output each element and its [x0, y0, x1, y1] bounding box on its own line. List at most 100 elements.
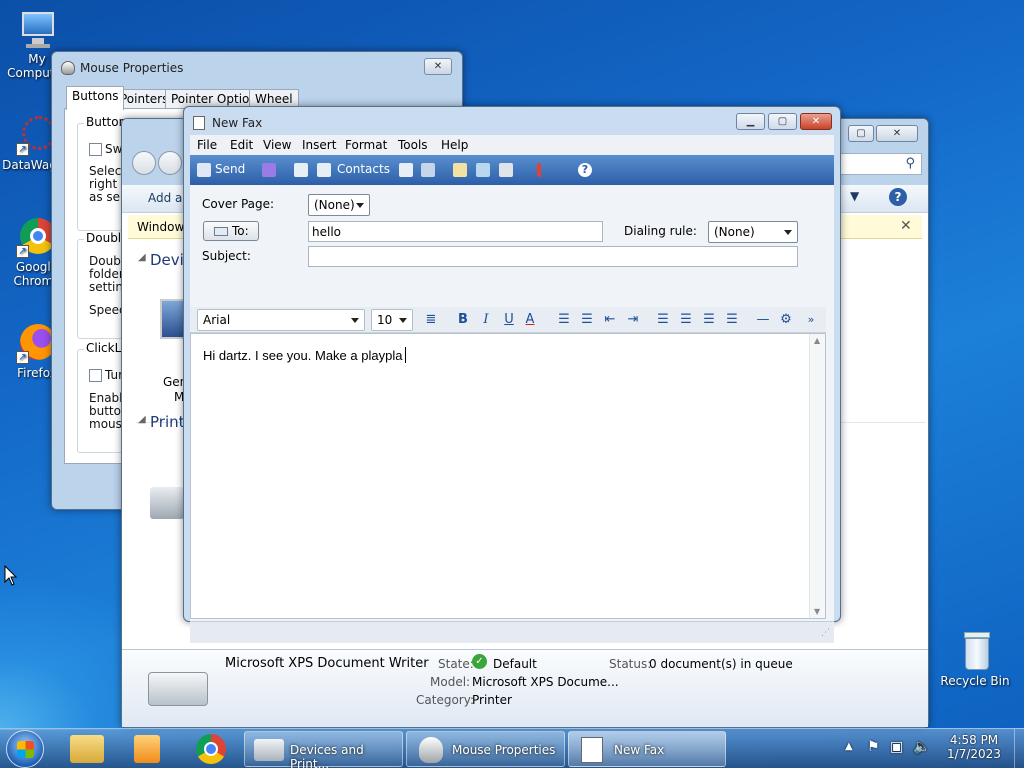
save-icon[interactable]	[262, 163, 276, 177]
font-color-icon[interactable]: A	[521, 311, 539, 329]
search-input[interactable]: ⚲	[838, 153, 922, 175]
bulleted-list-icon[interactable]: ☰	[578, 311, 596, 329]
numbered-list-icon[interactable]: ☰	[555, 311, 573, 329]
model-label: Model:	[430, 675, 471, 689]
paragraph-style-icon[interactable]: ≣	[422, 311, 440, 329]
menu-file[interactable]: File	[197, 138, 217, 152]
media-player-pinned-icon[interactable]	[134, 735, 160, 763]
chrome-pinned-icon[interactable]	[196, 734, 226, 764]
font-size-select[interactable]: 10	[371, 309, 413, 331]
status-value: 0 document(s) in queue	[649, 657, 793, 671]
scan-icon[interactable]	[421, 163, 435, 177]
vertical-scrollbar[interactable]: ▲ ▼	[809, 334, 825, 618]
font-name-select[interactable]: Arial	[197, 309, 365, 331]
back-button[interactable]	[132, 151, 156, 175]
priority-icon[interactable]	[537, 163, 541, 177]
forward-button[interactable]	[158, 151, 182, 175]
menu-insert[interactable]: Insert	[302, 138, 336, 152]
text-cursor	[405, 347, 406, 363]
underline-icon[interactable]: U	[500, 311, 518, 329]
taskbar-button-mouse-properties[interactable]: Mouse Properties	[406, 731, 565, 767]
italic-icon[interactable]: I	[477, 311, 495, 329]
desktop-icon-recycle-bin[interactable]: Recycle Bin	[938, 630, 1012, 688]
align-left-icon[interactable]: ☰	[654, 311, 672, 329]
to-button[interactable]: To:	[203, 221, 259, 241]
horizontal-line-icon[interactable]: —	[754, 311, 772, 329]
cover-page-select[interactable]: (None)	[308, 194, 370, 216]
start-button[interactable]	[6, 730, 44, 768]
insert-hyperlink-icon[interactable]: ⚙	[777, 311, 795, 329]
add-device-button[interactable]: Add a	[148, 191, 182, 205]
toolbar-overflow-icon[interactable]: »	[802, 311, 820, 329]
menu-tools[interactable]: Tools	[398, 138, 428, 152]
cover-page-icon[interactable]	[294, 163, 308, 177]
shortcut-arrow-icon: ↗	[16, 351, 29, 364]
info-bar-text: Window	[137, 220, 185, 234]
action-center-flag-icon[interactable]: ⚑	[867, 739, 880, 755]
fax-toolbar: Send Contacts ?	[190, 155, 834, 185]
chevron-down-icon	[399, 318, 407, 323]
collapse-arrow-icon[interactable]: ◢	[138, 252, 146, 263]
explorer-pinned-icon[interactable]	[70, 735, 104, 763]
dialing-rule-label: Dialing rule:	[624, 224, 697, 238]
new-fax-window[interactable]: New Fax ▁ ▢ ✕ File Edit View Insert Form…	[183, 106, 841, 643]
fax-device-icon[interactable]	[150, 487, 184, 519]
system-clock[interactable]: 4:58 PM 1/7/2023	[942, 733, 1006, 761]
maximize-button[interactable]: ▢	[768, 113, 797, 130]
send-button[interactable]: Send	[215, 162, 245, 176]
show-hidden-icons-arrow-icon[interactable]: ▲	[845, 741, 853, 752]
window-title: New Fax	[212, 116, 263, 130]
message-body-text: Hi dartz. I see you. Make a playpla	[203, 348, 403, 363]
switch-buttons-checkbox[interactable]	[89, 143, 102, 156]
close-button[interactable]: ✕	[876, 125, 918, 142]
align-right-icon[interactable]: ☰	[700, 311, 718, 329]
scroll-up-arrow-icon[interactable]: ▲	[814, 336, 820, 345]
network-icon[interactable]: ▣	[890, 739, 903, 755]
subject-input[interactable]	[308, 246, 798, 267]
insert-text-icon[interactable]	[499, 163, 513, 177]
turn-on-clicklock-checkbox[interactable]	[89, 369, 102, 382]
collapse-arrow-icon[interactable]: ◢	[138, 414, 146, 425]
close-button[interactable]: ✕	[800, 113, 832, 130]
help-icon[interactable]: ?	[578, 163, 592, 177]
device-name: Microsoft XPS Document Writer	[225, 656, 429, 671]
taskbar-button-devices-and-printers[interactable]: Devices and Print...	[244, 731, 403, 768]
taskbar-button-new-fax[interactable]: New Fax	[568, 731, 726, 767]
menu-format[interactable]: Format	[345, 138, 387, 152]
mouse-icon	[419, 737, 443, 763]
status-bar: ⋰	[190, 621, 834, 643]
align-center-icon[interactable]: ☰	[677, 311, 695, 329]
help-icon[interactable]: ?	[889, 188, 907, 206]
tab-buttons[interactable]: Buttons	[66, 86, 125, 110]
decrease-indent-icon[interactable]: ⇤	[601, 311, 619, 329]
insert-picture-icon[interactable]	[476, 163, 490, 177]
bold-icon[interactable]: B	[454, 311, 472, 329]
maximize-button[interactable]: ▢	[848, 125, 874, 142]
scroll-down-arrow-icon[interactable]: ▼	[814, 607, 820, 616]
close-button[interactable]: ✕	[424, 58, 452, 75]
details-pane: Microsoft XPS Document Writer State: ✓ D…	[122, 649, 928, 727]
contacts-button[interactable]: Contacts	[337, 162, 390, 176]
taskbar-button-label: Devices and Print...	[290, 743, 364, 768]
volume-icon[interactable]: 🔈	[913, 739, 930, 755]
menu-help[interactable]: Help	[441, 138, 468, 152]
justify-icon[interactable]: ☰	[723, 311, 741, 329]
minimize-button[interactable]: ▁	[736, 113, 765, 130]
menu-view[interactable]: View	[263, 138, 291, 152]
to-input[interactable]: hello	[308, 221, 603, 242]
increase-indent-icon[interactable]: ⇥	[624, 311, 642, 329]
menu-edit[interactable]: Edit	[230, 138, 253, 152]
show-desktop-button[interactable]	[1014, 729, 1024, 768]
dialing-rule-select[interactable]: (None)	[708, 221, 798, 243]
status-label: Status:	[609, 657, 652, 671]
computer-icon	[16, 8, 58, 50]
message-body-editor[interactable]: Hi dartz. I see you. Make a playpla ▲ ▼	[190, 333, 826, 619]
view-options-arrow-icon[interactable]: ▼	[850, 189, 859, 203]
resize-grip-icon[interactable]: ⋰	[821, 628, 830, 638]
category-value: Printer	[472, 693, 512, 707]
attachment-icon[interactable]	[453, 163, 467, 177]
close-icon[interactable]: ✕	[900, 218, 912, 234]
grid-icon[interactable]	[399, 163, 413, 177]
cover-page-value: (None)	[314, 198, 355, 212]
printer-icon	[254, 739, 284, 761]
